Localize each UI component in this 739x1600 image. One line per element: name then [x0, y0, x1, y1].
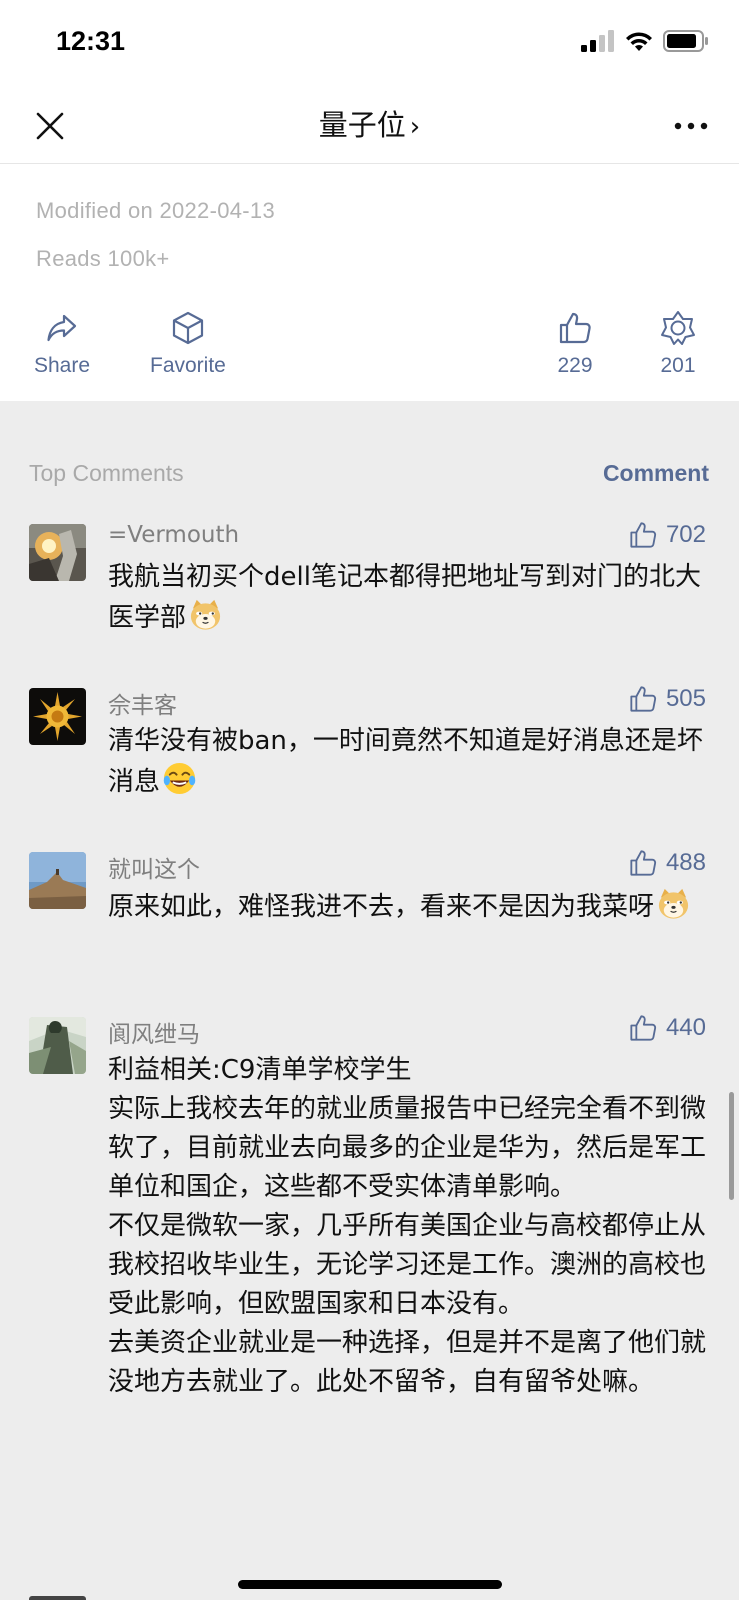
status-icons: [581, 30, 709, 52]
status-bar: 12:31: [0, 0, 739, 88]
commenter-name[interactable]: 佘丰客: [108, 686, 177, 720]
chevron-right-icon: ›: [409, 112, 421, 142]
share-button[interactable]: Share: [34, 310, 90, 378]
avatar[interactable]: [29, 852, 86, 909]
reads-count: Reads 100k+: [36, 246, 170, 271]
comment-like-count: 702: [665, 521, 706, 548]
comment-text: 利益相关:C9清单学校学生 实际上我校去年的就业质量报告中已经完全看不到微软了，…: [108, 1055, 707, 1397]
wifi-icon: [626, 32, 652, 51]
comment-body: 原来如此，难怪我进不去，看来不是因为我菜呀: [108, 892, 655, 922]
commenter-name[interactable]: 阆风绁马: [108, 1015, 200, 1049]
share-icon: [47, 314, 77, 342]
avatar[interactable]: [29, 1017, 86, 1074]
top-comments-heading: Top Comments: [29, 460, 184, 486]
more-options-icon[interactable]: [673, 112, 709, 140]
write-comment-link[interactable]: Comment: [603, 460, 709, 487]
comment-like-button[interactable]: 488: [628, 848, 706, 878]
thumbs-up-icon: [559, 312, 591, 344]
avatar[interactable]: [29, 688, 86, 745]
wow-star-icon: [661, 311, 695, 345]
battery-icon: [663, 30, 708, 52]
comment-item: 就叫这个 488 原来如此，难怪我进不去，看来不是因为我菜呀: [0, 848, 739, 978]
comment-item: =Vermouth 702 我航当初买个dell笔记本都得把地址写到对门的北大医…: [0, 520, 739, 650]
comment-like-count: 505: [665, 685, 706, 712]
account-title: 量子位: [318, 108, 406, 142]
commenter-name[interactable]: =Vermouth: [108, 522, 239, 548]
wow-count: 201: [660, 354, 696, 377]
doge-emoji-icon: [190, 599, 221, 630]
favorite-button[interactable]: Favorite: [150, 310, 226, 378]
comment-like-count: 440: [665, 1014, 706, 1041]
thumbs-up-icon: [630, 1015, 657, 1041]
comment-text: 清华没有被ban，一时间竟然不知道是好消息还是坏消息: [108, 722, 708, 802]
comment-like-button[interactable]: 505: [628, 684, 706, 714]
like-count: 229: [557, 354, 593, 377]
thumbs-up-icon: [630, 522, 657, 548]
tears-of-joy-emoji-icon: [163, 762, 196, 795]
comment-item: 佘丰客 505 清华没有被ban，一时间竟然不知道是好消息还是坏消息: [0, 684, 739, 814]
comment-text: 原来如此，难怪我进不去，看来不是因为我菜呀: [108, 886, 708, 927]
favorite-label: Favorite: [150, 354, 226, 377]
favorite-cube-icon: [172, 311, 204, 345]
article-meta-panel: Modified on 2022-04-13 Reads 100k+ Share…: [0, 164, 739, 401]
comment-like-count: 488: [665, 849, 706, 876]
home-indicator[interactable]: [238, 1580, 502, 1589]
wow-button[interactable]: 201: [660, 310, 696, 378]
avatar[interactable]: [29, 524, 86, 581]
thumbs-up-icon: [630, 686, 657, 712]
comment-like-button[interactable]: 702: [628, 520, 706, 550]
like-button[interactable]: 229: [557, 310, 593, 378]
thumbs-up-icon: [630, 850, 657, 876]
modified-date: Modified on 2022-04-13: [36, 198, 275, 223]
commenter-name[interactable]: 就叫这个: [108, 850, 200, 884]
account-title-link[interactable]: 量子位 ›: [0, 102, 739, 144]
comment-body: 清华没有被ban，一时间竟然不知道是好消息还是坏消息: [108, 726, 703, 797]
status-time: 12:31: [56, 26, 126, 56]
scrollbar[interactable]: [729, 1092, 734, 1200]
nav-bar: 量子位 ›: [0, 88, 739, 164]
share-label: Share: [34, 354, 91, 377]
comment-item: 阆风绁马 440 利益相关:C9清单学校学生 实际上我校去年的就业质量报告中已经…: [0, 1013, 739, 1543]
avatar: [29, 1596, 86, 1600]
doge-emoji-icon: [658, 888, 689, 919]
comment-like-button[interactable]: 440: [628, 1013, 706, 1043]
comment-text: 我航当初买个dell笔记本都得把地址写到对门的北大医学部: [108, 558, 708, 638]
cellular-signal-icon: [581, 30, 614, 52]
